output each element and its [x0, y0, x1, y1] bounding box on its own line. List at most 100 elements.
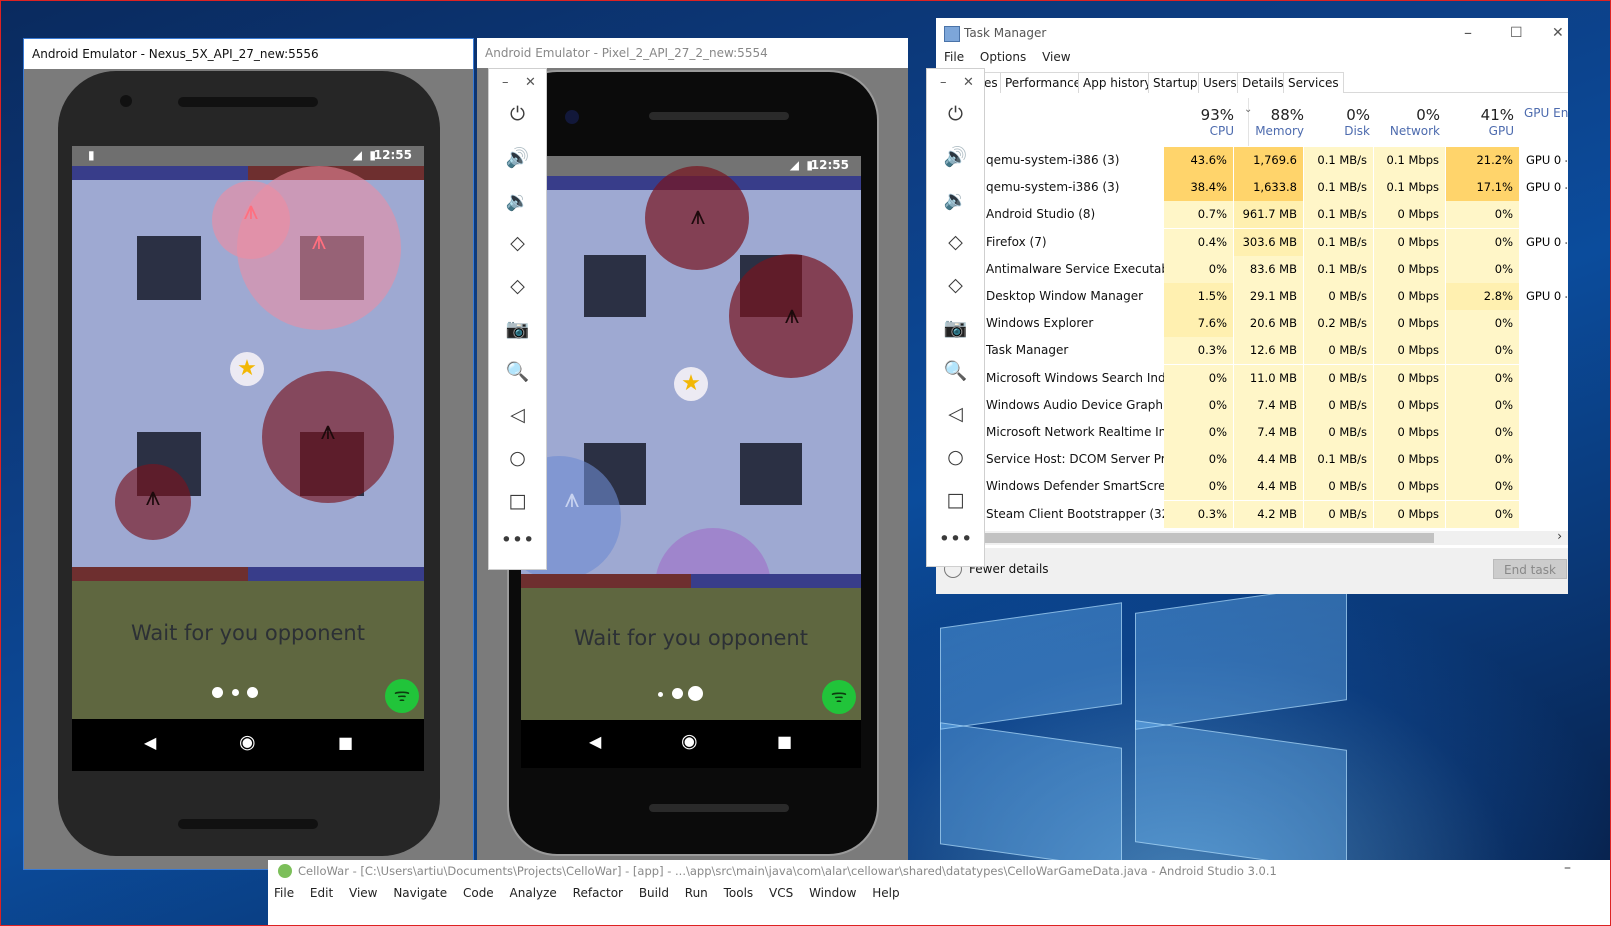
volume-down-icon[interactable]: 🔉	[489, 192, 546, 211]
menu-code[interactable]: Code	[463, 886, 494, 900]
home-button[interactable]: ◉	[681, 732, 698, 751]
camera-icon[interactable]: 📷	[489, 320, 546, 339]
star-icon[interactable]: ★	[230, 352, 264, 386]
table-row[interactable]: Microsoft Network Realtime Ins... 0% 7.4 M…	[984, 419, 1568, 446]
minimize-button[interactable]: –	[1564, 860, 1571, 876]
menu-file[interactable]: File	[944, 50, 964, 64]
minimize-button[interactable]: –	[1464, 18, 1472, 48]
menu-navigate[interactable]: Navigate	[393, 886, 447, 900]
home-icon[interactable]: ○	[927, 448, 984, 467]
recents-button[interactable]: ■	[777, 734, 792, 750]
tab-users[interactable]: Users	[1198, 72, 1242, 93]
tab-details[interactable]: Details	[1237, 72, 1289, 93]
scrollbar-thumb[interactable]	[984, 533, 1434, 543]
menu-analyze[interactable]: Analyze	[510, 886, 557, 900]
task-manager-window[interactable]: Task Manager – ☐ ✕ File Options View es …	[936, 18, 1568, 594]
cell-disk: 0 MB/s	[1304, 419, 1374, 446]
column-header-network[interactable]: 0% Network	[1370, 106, 1440, 138]
tab-app-history[interactable]: App history	[1078, 72, 1157, 93]
wifi-icon[interactable]: ᯤ	[385, 679, 419, 713]
phone-screen[interactable]: ▮ ◢ ▮ 12:55 ⩚ ⩚ ⩚ ⩚ ★ Wait for you oppon	[72, 146, 424, 771]
column-header-disk[interactable]: 0% Disk	[1304, 106, 1370, 138]
table-row[interactable]: Android Studio (8) 0.7% 961.7 MB 0.1 MB/s 0 …	[984, 201, 1568, 229]
cell-tower-icon[interactable]: ⩚	[306, 228, 332, 254]
home-icon[interactable]: ○	[489, 449, 546, 468]
table-row[interactable]: Firefox (7) 0.4% 303.6 MB 0.1 MB/s 0 Mbps 0% G…	[984, 228, 1568, 256]
back-button[interactable]: ◀	[144, 735, 156, 751]
table-row[interactable]: qemu-system-i386 (3)38.4%1,633.8 MB0.1 M…	[984, 174, 1568, 221]
rotate-left-icon[interactable]: ◇	[927, 233, 984, 252]
close-button[interactable]: ✕	[1552, 18, 1564, 48]
cell-tower-icon[interactable]: ⩚	[685, 203, 711, 229]
android-studio-window[interactable]: CelloWar - [C:\Users\artiu\Documents\Pro…	[268, 860, 1611, 926]
tab-startup[interactable]: Startup	[1148, 72, 1203, 93]
tab-performance[interactable]: Performance	[1000, 72, 1087, 93]
menu-edit[interactable]: Edit	[310, 886, 333, 900]
end-task-button[interactable]: End task	[1493, 559, 1567, 579]
close-button[interactable]: ✕	[525, 75, 536, 90]
cell-tower-icon[interactable]: ⩚	[779, 302, 805, 328]
minimize-button[interactable]: –	[502, 75, 509, 90]
overview-icon[interactable]: □	[489, 492, 546, 511]
menu-vcs[interactable]: VCS	[769, 886, 793, 900]
table-row[interactable]: Service Host: DCOM Server Pro... 0% 4.4 MB…	[984, 446, 1568, 474]
overview-icon[interactable]: □	[927, 491, 984, 510]
recents-button[interactable]: ■	[338, 735, 353, 751]
menu-help[interactable]: Help	[872, 886, 899, 900]
more-icon[interactable]: •••	[489, 531, 546, 550]
footer: ⌃ Fewer details End task	[936, 548, 1568, 594]
tab-services[interactable]: Services	[1283, 72, 1344, 93]
home-button[interactable]: ◉	[239, 733, 256, 752]
volume-up-icon[interactable]: 🔊	[489, 149, 546, 168]
rotate-left-icon[interactable]: ◇	[489, 234, 546, 253]
more-icon[interactable]: •••	[927, 530, 984, 549]
power-icon[interactable]: ⏻	[489, 105, 546, 124]
menu-file[interactable]: File	[274, 886, 294, 900]
wifi-icon[interactable]: ᯤ	[822, 680, 856, 714]
maximize-button[interactable]: ☐	[1510, 18, 1523, 48]
zoom-icon[interactable]: 🔍	[927, 362, 984, 381]
menu-build[interactable]: Build	[639, 886, 669, 900]
rotate-right-icon[interactable]: ◇	[927, 276, 984, 295]
zoom-icon[interactable]: 🔍	[489, 363, 546, 382]
horizontal-scrollbar[interactable]: ›	[984, 529, 1568, 545]
scroll-right-icon[interactable]: ›	[1557, 529, 1562, 543]
table-row[interactable]: Task Manager 0.3% 12.6 MB 0 MB/s 0 Mbps 0%	[984, 337, 1568, 365]
table-row[interactable]: Desktop Window Manager 1.5% 29.1 MB 0 MB/s 0…	[984, 283, 1568, 310]
camera-icon[interactable]: 📷	[927, 319, 984, 338]
emulator-window-nexus[interactable]: Android Emulator - Nexus_5X_API_27_new:5…	[23, 38, 474, 870]
table-row[interactable]: Windows Defender SmartScreen 0% 4.4 MB 0 MB…	[984, 473, 1568, 501]
volume-up-icon[interactable]: 🔊	[927, 148, 984, 167]
table-row[interactable]: Windows Audio Device Graph Is... 0% 7.4 MB…	[984, 391, 1568, 419]
table-row[interactable]: Steam Client Bootstrapper (32 b... 0.3% 4.…	[984, 500, 1568, 528]
cell-tower-icon[interactable]: ⩚	[559, 486, 585, 512]
menu-view[interactable]: View	[349, 886, 377, 900]
volume-down-icon[interactable]: 🔉	[927, 191, 984, 210]
column-header-gpu[interactable]: 41% GPU	[1440, 106, 1514, 138]
menu-run[interactable]: Run	[685, 886, 708, 900]
minimize-button[interactable]: –	[940, 75, 947, 90]
menu-refactor[interactable]: Refactor	[573, 886, 623, 900]
menu-tools[interactable]: Tools	[724, 886, 754, 900]
menu-view[interactable]: View	[1042, 50, 1070, 64]
back-button[interactable]: ◀	[589, 734, 601, 750]
power-icon[interactable]: ⏻	[927, 105, 984, 124]
back-icon[interactable]: ◁	[927, 405, 984, 424]
table-row[interactable]: qemu-system-i386 (3)43.6%1,769.6 MB0.1 M…	[984, 147, 1568, 194]
cell-tower-icon[interactable]: ⩚	[238, 198, 264, 224]
close-button[interactable]: ✕	[963, 75, 974, 90]
cell-net: 0 Mbps	[1374, 419, 1446, 446]
cell-tower-icon[interactable]: ⩚	[140, 484, 166, 510]
back-icon[interactable]: ◁	[489, 406, 546, 425]
menu-options[interactable]: Options	[980, 50, 1026, 64]
menu-window[interactable]: Window	[809, 886, 856, 900]
table-row[interactable]: Antimalware Service Executable 0% 83.6 MB 0…	[984, 255, 1568, 283]
column-header-gpu-engine[interactable]: GPU Eng	[1524, 106, 1568, 120]
table-row[interactable]: Windows Explorer 7.6% 20.6 MB 0.2 MB/s 0 Mbp…	[984, 310, 1568, 338]
column-header-cpu[interactable]: 93% CPU	[1164, 106, 1234, 138]
cell-tower-icon[interactable]: ⩚	[315, 418, 341, 444]
phone-screen[interactable]: ◢ ▮ 12:55 ⩚ ⩚ ⩚ ★ Wait for you opponent	[521, 156, 861, 768]
rotate-right-icon[interactable]: ◇	[489, 277, 546, 296]
table-row[interactable]: Microsoft Windows Search Inde... 0% 11.0 M…	[984, 364, 1568, 392]
star-icon[interactable]: ★	[674, 367, 708, 401]
